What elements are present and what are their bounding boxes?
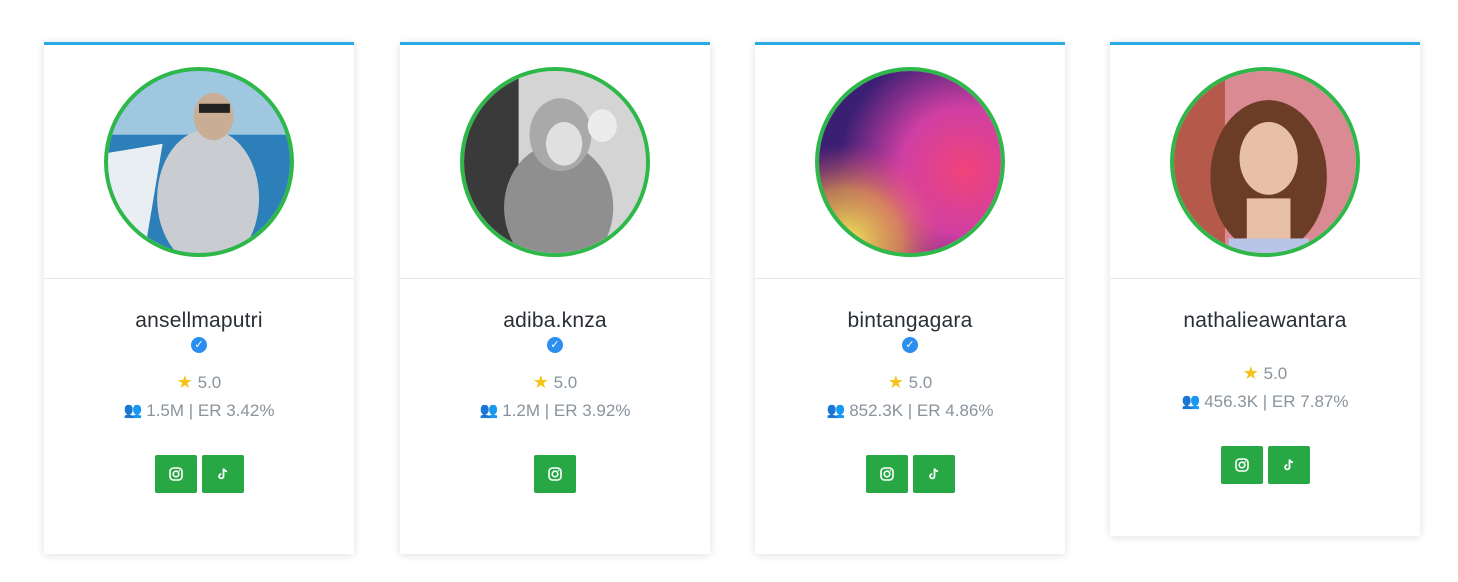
influencer-card[interactable]: ansellmaputri ✓ ★ 5.0 👥 1.5M | ER 3.42% [44, 42, 354, 554]
rating: ★ 5.0 [44, 372, 354, 393]
instagram-button[interactable] [534, 455, 576, 493]
photo-area [44, 45, 354, 279]
tiktok-button[interactable] [1267, 446, 1310, 484]
instagram-button[interactable] [154, 455, 197, 493]
follower-stats: 👥 852.3K | ER 4.86% [755, 401, 1065, 421]
instagram-icon [879, 467, 894, 481]
username[interactable]: nathalieawantara [1110, 309, 1420, 333]
photo-area [1110, 45, 1420, 279]
influencer-card[interactable]: bintangagara ✓ ★ 5.0 👥 852.3K | ER 4.86% [755, 42, 1065, 554]
instagram-icon [1234, 458, 1249, 472]
rating-value: 5.0 [908, 373, 933, 392]
username[interactable]: ansellmaputri [44, 309, 354, 333]
star-icon: ★ [1242, 363, 1259, 383]
rating-value: 5.0 [197, 373, 222, 392]
photo-area [755, 45, 1065, 279]
rating: ★ 5.0 [1110, 363, 1420, 384]
username[interactable]: adiba.knza [400, 309, 710, 333]
rating: ★ 5.0 [400, 372, 710, 393]
star-icon: ★ [532, 372, 549, 392]
avatar[interactable] [815, 66, 1005, 257]
stats-text: 1.5M | ER 3.42% [146, 401, 275, 420]
avatar[interactable] [104, 66, 294, 257]
rating: ★ 5.0 [755, 372, 1065, 393]
star-icon: ★ [887, 372, 904, 392]
avatar[interactable] [1170, 66, 1360, 257]
tiktok-icon [1283, 459, 1293, 471]
tiktok-button[interactable] [912, 455, 955, 493]
username[interactable]: bintangagara [755, 309, 1065, 333]
social-buttons [400, 455, 710, 493]
users-icon: 👥 [123, 402, 143, 419]
tiktok-icon [928, 468, 938, 480]
users-icon: 👥 [826, 402, 846, 419]
follower-stats: 👥 1.2M | ER 3.92% [400, 401, 710, 421]
instagram-button[interactable] [865, 455, 908, 493]
instagram-icon [168, 467, 183, 481]
follower-stats: 👥 1.5M | ER 3.42% [44, 401, 354, 421]
star-icon: ★ [176, 372, 193, 392]
rating-value: 5.0 [1263, 364, 1288, 383]
verified-badge-icon: ✓ [191, 337, 207, 353]
tiktok-button[interactable] [201, 455, 244, 493]
photo-area [400, 45, 710, 279]
follower-stats: 👥 456.3K | ER 7.87% [1110, 392, 1420, 412]
avatar[interactable] [460, 66, 650, 257]
stats-text: 1.2M | ER 3.92% [502, 401, 631, 420]
stats-text: 456.3K | ER 7.87% [1204, 392, 1349, 411]
rating-value: 5.0 [553, 373, 578, 392]
social-buttons [755, 455, 1065, 493]
verified-badge-icon: ✓ [547, 337, 563, 353]
users-icon: 👥 [479, 402, 499, 419]
verified-badge-icon: ✓ [902, 337, 918, 353]
instagram-icon [548, 467, 562, 481]
influencer-card[interactable]: nathalieawantara ★ 5.0 👥 456.3K | ER 7.87… [1110, 42, 1420, 536]
stats-text: 852.3K | ER 4.86% [849, 401, 994, 420]
users-icon: 👥 [1181, 393, 1201, 410]
tiktok-icon [217, 468, 227, 480]
influencer-card-row: ansellmaputri ✓ ★ 5.0 👥1.5M | ER 3.42% [0, 0, 1458, 582]
instagram-button[interactable] [1220, 446, 1263, 484]
social-buttons [1110, 446, 1420, 484]
influencer-card[interactable]: adiba.knza ✓ ★ 5.0 👥 1.2M | ER 3.92% [400, 42, 710, 554]
social-buttons [44, 455, 354, 493]
